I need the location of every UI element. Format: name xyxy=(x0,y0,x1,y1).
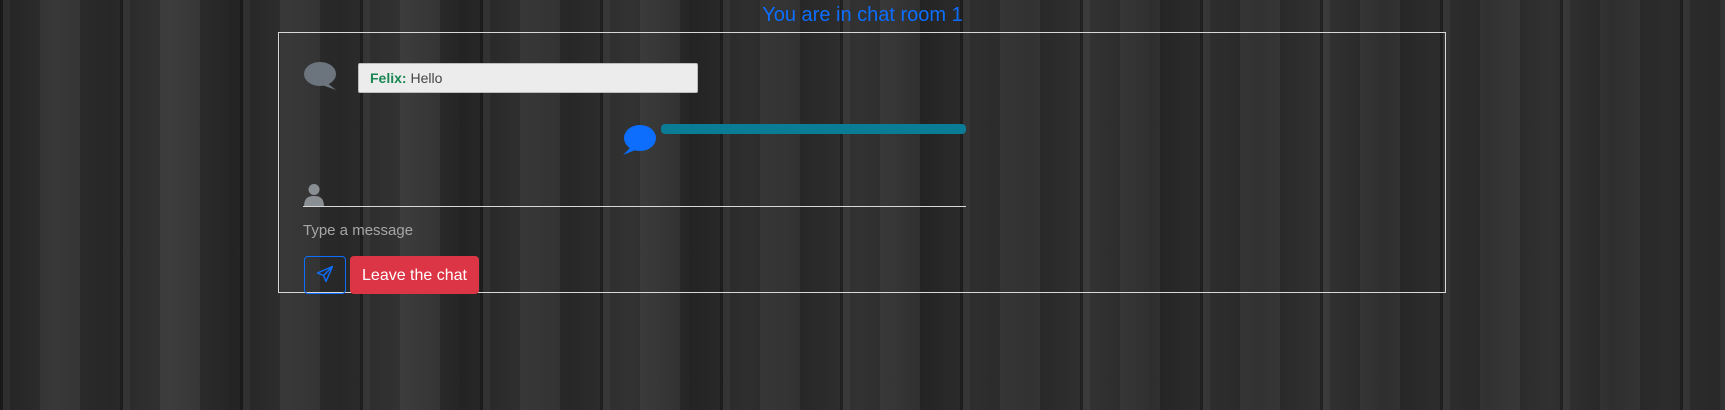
input-divider xyxy=(303,206,966,207)
send-icon xyxy=(316,265,334,286)
message-input[interactable] xyxy=(303,217,803,243)
message-item: Felix: Hello xyxy=(358,63,698,93)
page-title: You are in chat room 1 xyxy=(762,4,963,26)
chat-bubble-icon xyxy=(302,61,338,91)
typing-indicator-bar xyxy=(661,124,966,134)
message-sender: Felix: xyxy=(370,70,407,86)
chat-window: Felix: Hello Leave the chat xyxy=(278,32,1446,294)
typing-chat-bubble-icon xyxy=(621,124,657,156)
leave-chat-button[interactable]: Leave the chat xyxy=(350,256,479,294)
send-button[interactable] xyxy=(304,256,346,294)
message-text: Hello xyxy=(410,70,443,86)
person-icon xyxy=(303,183,325,207)
